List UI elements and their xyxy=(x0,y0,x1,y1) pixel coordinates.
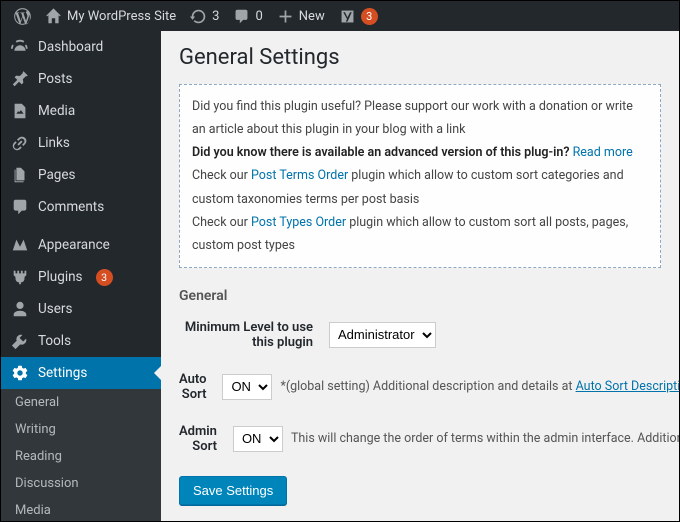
page-title: General Settings xyxy=(179,45,661,70)
dashboard-icon xyxy=(11,38,29,56)
min-level-label: Minimum Level to use this plugin xyxy=(179,320,329,350)
comment-icon xyxy=(233,8,250,25)
wp-logo[interactable] xyxy=(7,1,38,31)
main-content: General Settings Did you find this plugi… xyxy=(161,31,679,521)
menu-appearance[interactable]: Appearance xyxy=(1,229,161,261)
plugins-badge: 3 xyxy=(96,269,113,286)
row-min-level: Minimum Level to use this plugin Adminis… xyxy=(179,320,661,350)
comments[interactable]: 0 xyxy=(226,1,269,31)
yoast-seo[interactable]: 3 xyxy=(332,1,385,31)
yoast-icon xyxy=(339,8,356,25)
users-icon xyxy=(11,300,29,318)
wordpress-icon xyxy=(14,8,31,25)
updates-count: 3 xyxy=(212,9,219,24)
admin-sort-select[interactable]: ON xyxy=(233,426,283,452)
sub-general[interactable]: General xyxy=(1,389,161,416)
post-types-order-link[interactable]: Post Types Order xyxy=(251,215,346,230)
menu-posts[interactable]: Posts xyxy=(1,63,161,95)
menu-media[interactable]: Media xyxy=(1,95,161,127)
notice-line-4: Check our Post Types Order plugin which … xyxy=(192,211,648,257)
admin-sort-hint: This will change the order of terms with… xyxy=(291,431,679,446)
comments-count: 0 xyxy=(255,9,262,24)
admin-bar: My WordPress Site 3 0 New 3 xyxy=(1,1,679,31)
sub-reading[interactable]: Reading xyxy=(1,443,161,470)
site-name-label: My WordPress Site xyxy=(67,9,176,24)
menu-tools[interactable]: Tools xyxy=(1,325,161,357)
new-content[interactable]: New xyxy=(270,1,332,31)
auto-sort-hint: *(global setting) Additional description… xyxy=(280,379,679,394)
plus-icon xyxy=(277,8,294,25)
pages-icon xyxy=(11,166,29,184)
menu-pages[interactable]: Pages xyxy=(1,159,161,191)
menu-users[interactable]: Users xyxy=(1,293,161,325)
admin-menu: Dashboard Posts Media Links Pages Commen… xyxy=(1,31,161,521)
yoast-badge: 3 xyxy=(361,8,378,25)
auto-sort-label: Auto Sort xyxy=(179,372,222,402)
read-more-link[interactable]: Read more xyxy=(573,145,633,160)
home-icon xyxy=(45,8,62,25)
updates[interactable]: 3 xyxy=(183,1,226,31)
sub-writing[interactable]: Writing xyxy=(1,416,161,443)
post-terms-order-link[interactable]: Post Terms Order xyxy=(251,168,348,183)
settings-submenu: General Writing Reading Discussion Media… xyxy=(1,389,161,521)
admin-sort-label: Admin Sort xyxy=(179,424,233,454)
auto-sort-desc-link[interactable]: Auto Sort Description xyxy=(576,379,679,394)
row-auto-sort: Auto Sort ON *(global setting) Additiona… xyxy=(179,372,661,402)
update-icon xyxy=(190,8,207,25)
section-heading: General xyxy=(179,288,661,304)
settings-icon xyxy=(11,364,29,382)
menu-comments[interactable]: Comments xyxy=(1,191,161,223)
new-label: New xyxy=(299,9,325,24)
comments-icon xyxy=(11,198,29,216)
save-settings-button[interactable]: Save Settings xyxy=(179,476,287,505)
plugin-icon xyxy=(11,268,29,286)
notice-line-2: Did you know there is available an advan… xyxy=(192,141,648,164)
media-icon xyxy=(11,102,29,120)
tools-icon xyxy=(11,332,29,350)
site-name[interactable]: My WordPress Site xyxy=(38,1,183,31)
notice-line-3: Check our Post Terms Order plugin which … xyxy=(192,164,648,210)
row-admin-sort: Admin Sort ON This will change the order… xyxy=(179,424,661,454)
menu-dashboard[interactable]: Dashboard xyxy=(1,31,161,63)
notice-line-1: Did you find this plugin useful? Please … xyxy=(192,95,648,141)
info-notice: Did you find this plugin useful? Please … xyxy=(179,84,661,268)
sub-media[interactable]: Media xyxy=(1,497,161,521)
menu-plugins[interactable]: Plugins 3 xyxy=(1,261,161,293)
pin-icon xyxy=(11,70,29,88)
links-icon xyxy=(11,134,29,152)
sub-discussion[interactable]: Discussion xyxy=(1,470,161,497)
auto-sort-select[interactable]: ON xyxy=(222,374,272,400)
menu-links[interactable]: Links xyxy=(1,127,161,159)
min-level-select[interactable]: Administrator xyxy=(329,322,436,348)
appearance-icon xyxy=(11,236,29,254)
menu-settings[interactable]: Settings xyxy=(1,357,161,389)
